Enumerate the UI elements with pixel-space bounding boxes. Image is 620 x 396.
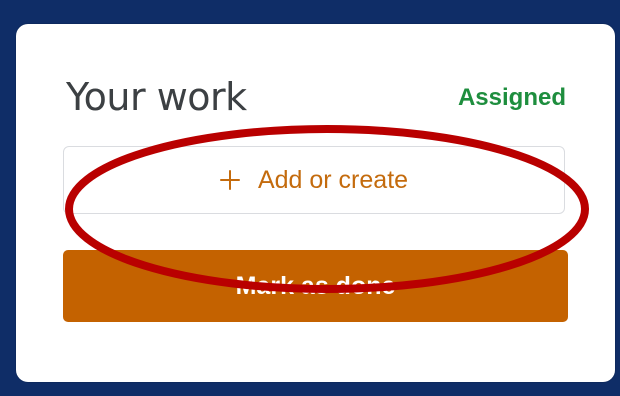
add-or-create-button[interactable]: Add or create [63, 146, 565, 214]
your-work-card: Your work Assigned Add or create Mark as… [16, 24, 615, 382]
plus-icon [219, 170, 240, 190]
add-or-create-label: Add or create [257, 165, 409, 194]
mark-as-done-button[interactable]: Mark as done [63, 250, 568, 322]
your-work-heading: Your work [66, 75, 247, 119]
mark-as-done-label: Mark as done [235, 271, 396, 300]
assignment-status: Assigned [457, 84, 566, 111]
page-background: Your work Assigned Add or create Mark as… [0, 0, 620, 396]
